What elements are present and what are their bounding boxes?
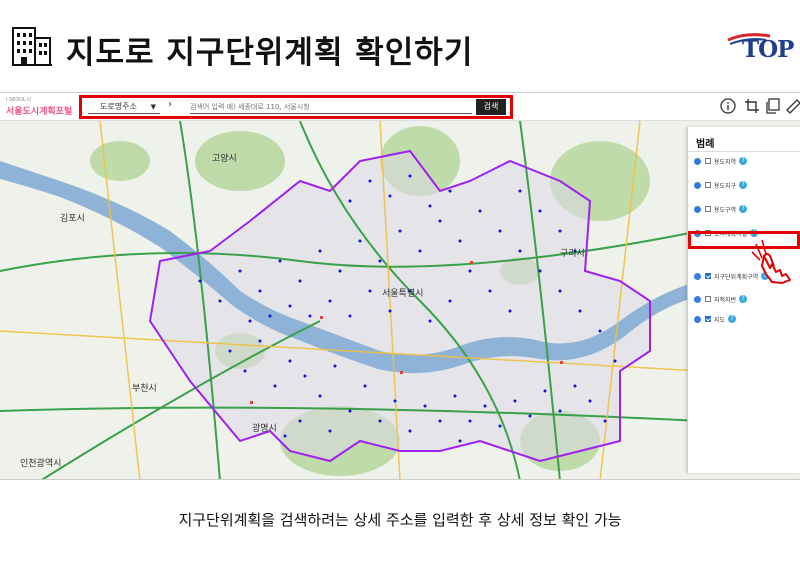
legend-item-zoning-district[interactable]: 용도지구 ? bbox=[694, 179, 794, 191]
legend-item-label: 용도지구 bbox=[714, 182, 737, 190]
checkbox[interactable] bbox=[705, 158, 711, 164]
crop-icon[interactable] bbox=[742, 96, 762, 116]
portal-name: 서울도시계획포털 bbox=[6, 107, 73, 117]
legend-item-label: 용도지역 bbox=[714, 158, 737, 166]
search-bar-highlight: 도로명주소 ▼ › 검색 bbox=[79, 95, 513, 119]
help-icon[interactable]: ? bbox=[739, 295, 748, 303]
ruler-icon[interactable] bbox=[783, 96, 800, 116]
building-icon bbox=[12, 27, 52, 66]
legend-title: 범례 bbox=[696, 139, 715, 150]
top-logo-text: TOP bbox=[742, 36, 794, 63]
checkbox[interactable] bbox=[705, 182, 711, 188]
checkbox[interactable] bbox=[705, 206, 711, 212]
search-button[interactable]: 검색 bbox=[476, 99, 506, 115]
toggle-icon[interactable] bbox=[694, 272, 701, 280]
legend-divider bbox=[688, 151, 800, 152]
slide: 지도로 지구단위계획 확인하기 TOP 고양시 김포시 구리시 부천시 광명시 … bbox=[0, 0, 800, 563]
search-input[interactable] bbox=[190, 100, 472, 114]
address-type-value: 도로명주소 bbox=[100, 102, 137, 111]
portal-logo[interactable]: i·SEOUL·U 서울도시계획포털 bbox=[6, 97, 72, 117]
toggle-icon[interactable] bbox=[694, 181, 701, 189]
info-icon[interactable] bbox=[718, 96, 738, 116]
label-incheon: 인천광역시 bbox=[20, 457, 61, 469]
label-goyang: 고양시 bbox=[212, 153, 237, 164]
portal-subtitle: i·SEOUL·U bbox=[6, 97, 31, 103]
toggle-icon[interactable] bbox=[694, 157, 701, 165]
legend-panel: 범례 용도지역 ? 용도지구 ? 용도구역 ? 도시계획시설 ? 지구단위계획구… bbox=[687, 127, 800, 473]
address-type-select[interactable]: 도로명주소 ▼ bbox=[88, 100, 160, 114]
legend-item-zoning-zone[interactable]: 용도구역 ? bbox=[694, 203, 794, 215]
checkbox[interactable] bbox=[705, 296, 711, 302]
legend-item-label: 용도구역 bbox=[714, 206, 737, 214]
help-icon[interactable]: ? bbox=[739, 205, 748, 213]
map-toolbar: i·SEOUL·U 서울도시계획포털 도로명주소 ▼ › 검색 bbox=[0, 93, 800, 121]
map-canvas[interactable]: 고양시 김포시 구리시 부천시 광명시 인천광역시 서울특별시 bbox=[0, 121, 800, 480]
legend-item-map[interactable]: 지도 ? bbox=[694, 313, 794, 325]
help-icon[interactable]: ? bbox=[728, 315, 737, 323]
toggle-icon[interactable] bbox=[694, 295, 701, 303]
label-gimpo: 김포시 bbox=[60, 212, 85, 224]
checkbox-checked[interactable] bbox=[705, 273, 711, 279]
slide-header: 지도로 지구단위계획 확인하기 TOP bbox=[0, 0, 800, 80]
legend-item-label: 지도 bbox=[714, 316, 726, 324]
chevron-right-icon: › bbox=[168, 99, 172, 110]
label-gwangmyeong: 광명시 bbox=[252, 422, 277, 434]
hand-pointer-icon bbox=[751, 239, 791, 284]
legend-item-label: 지적지번 bbox=[714, 296, 737, 304]
label-seoul: 서울특별시 bbox=[382, 288, 423, 299]
legend-item-zoning-area[interactable]: 용도지역 ? bbox=[694, 155, 794, 167]
slide-caption: 지구단위계획을 검색하려는 상세 주소를 입력한 후 상세 정보 확인 가능 bbox=[178, 511, 622, 529]
help-icon[interactable]: ? bbox=[739, 181, 748, 189]
label-bucheon: 부천시 bbox=[132, 383, 157, 394]
legend-item-cadastral[interactable]: 지적지번 ? bbox=[694, 293, 794, 305]
help-icon[interactable]: ? bbox=[739, 157, 748, 165]
checkbox-checked[interactable] bbox=[705, 316, 711, 322]
caret-down-icon: ▼ bbox=[150, 103, 156, 111]
label-guri: 구리시 bbox=[560, 248, 585, 259]
map-window: 고양시 김포시 구리시 부천시 광명시 인천광역시 서울특별시 i·SEOUL·… bbox=[0, 92, 800, 480]
copy-icon[interactable] bbox=[763, 96, 783, 116]
page-title: 지도로 지구단위계획 확인하기 bbox=[66, 35, 474, 71]
toggle-icon[interactable] bbox=[694, 315, 701, 323]
toggle-icon[interactable] bbox=[694, 205, 701, 213]
